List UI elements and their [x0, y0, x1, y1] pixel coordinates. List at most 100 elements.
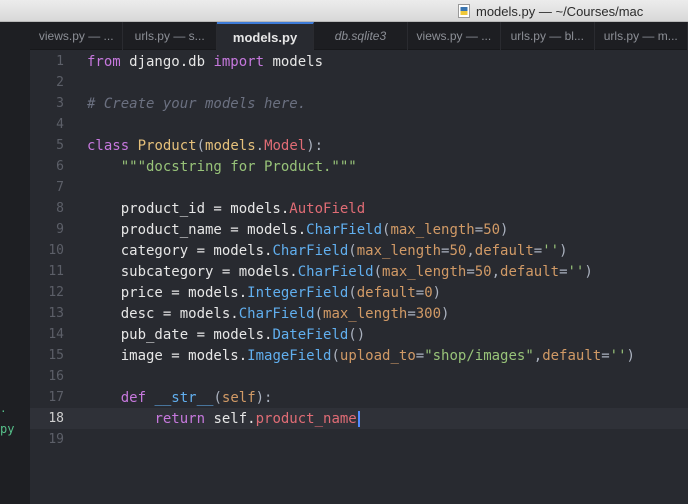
code-token: (: [196, 137, 206, 154]
code-token: CharField: [297, 263, 374, 280]
code-token: ,: [533, 347, 543, 364]
code-token: 300: [415, 305, 442, 322]
code-text: class Product(models.Model):: [87, 138, 323, 154]
code-token: ): [500, 221, 509, 238]
code-token: product_name = models.: [87, 221, 307, 238]
code-token: price = models.: [87, 284, 248, 301]
line-number: 5: [56, 138, 64, 153]
code-token: default: [500, 263, 560, 280]
code-token: return: [154, 410, 206, 427]
line-number: 16: [48, 369, 64, 384]
tab-4[interactable]: db.sqlite3: [314, 22, 408, 50]
code-token: self.: [205, 410, 256, 427]
code-line[interactable]: 16: [30, 366, 688, 387]
code-text: return self.product_name: [87, 410, 360, 427]
code-token: (: [373, 263, 383, 280]
code-token: DateField: [272, 326, 349, 343]
code-token: 50: [474, 263, 492, 280]
code-token: =: [415, 284, 425, 301]
code-line[interactable]: 6 """docstring for Product.""": [30, 156, 688, 177]
line-number: 10: [48, 243, 64, 258]
tab-3[interactable]: models.py: [216, 22, 315, 50]
sidebar-marker: .: [0, 402, 7, 415]
code-token: max_length: [356, 242, 442, 259]
line-number: 12: [48, 285, 64, 300]
line-number: 18: [48, 411, 64, 426]
code-token: Model: [264, 137, 307, 154]
code-text: def __str__(self):: [87, 389, 273, 406]
code-token: upload_to: [339, 347, 416, 364]
code-line[interactable]: 3 # Create your models here.: [30, 93, 688, 114]
code-line[interactable]: 4: [30, 114, 688, 135]
code-token: =: [559, 263, 568, 280]
line-number: 6: [56, 159, 64, 174]
code-token: =: [601, 347, 610, 364]
code-token: "shop/images": [424, 347, 534, 364]
code-text: subcategory = models.CharField(max_lengt…: [87, 264, 593, 280]
title-bar: models.py — ~/Courses/mac: [0, 0, 688, 22]
code-token: default: [356, 284, 416, 301]
code-token: =: [415, 347, 425, 364]
tab-6[interactable]: urls.py — bl...: [501, 22, 595, 50]
code-line[interactable]: 13 desc = models.CharField(max_length=30…: [30, 303, 688, 324]
code-line[interactable]: 12 price = models.IntegerField(default=0…: [30, 282, 688, 303]
tab-7[interactable]: urls.py — m...: [595, 22, 688, 50]
code-line[interactable]: 2: [30, 72, 688, 93]
code-token: '': [609, 347, 627, 364]
code-text: pub_date = models.DateField(): [87, 327, 365, 343]
line-number: 2: [56, 75, 64, 90]
code-token: ):: [306, 137, 324, 154]
line-number: 19: [48, 432, 64, 447]
code-token: '': [567, 263, 585, 280]
code-token: __str__: [154, 389, 214, 406]
sidebar[interactable]: . py: [0, 22, 30, 504]
line-number: 3: [56, 96, 64, 111]
code-token: ): [432, 284, 442, 301]
window-title-group: models.py — ~/Courses/mac: [458, 2, 643, 20]
code-line[interactable]: 17 def __str__(self):: [30, 387, 688, 408]
code-token: # Create your models here.: [87, 95, 307, 112]
code-token: product_name: [255, 410, 357, 427]
code-token: pub_date = models.: [87, 326, 273, 343]
code-line[interactable]: 9 product_name = models.CharField(max_le…: [30, 219, 688, 240]
code-token: ImageField: [247, 347, 332, 364]
code-token: ): [559, 242, 568, 259]
line-number: 17: [48, 390, 64, 405]
code-token: ): [584, 263, 593, 280]
code-token: =: [533, 242, 543, 259]
tab-1[interactable]: views.py — ...: [30, 22, 124, 50]
code-token: default: [474, 242, 534, 259]
code-line[interactable]: 5 class Product(models.Model):: [30, 135, 688, 156]
code-line[interactable]: 1 from django.db import models: [30, 51, 688, 72]
code-token: '': [542, 242, 560, 259]
code-text: price = models.IntegerField(default=0): [87, 285, 441, 301]
line-number: 8: [56, 201, 64, 216]
code-token: image = models.: [87, 347, 248, 364]
code-line[interactable]: 10 category = models.CharField(max_lengt…: [30, 240, 688, 261]
code-line[interactable]: 15 image = models.ImageField(upload_to="…: [30, 345, 688, 366]
code-token: subcategory = models.: [87, 263, 298, 280]
code-token: models: [264, 53, 324, 70]
sidebar-file-fragment[interactable]: py: [0, 422, 14, 436]
code-line[interactable]: 11 subcategory = models.CharField(max_le…: [30, 261, 688, 282]
code-text: from django.db import models: [87, 54, 323, 70]
code-token: ): [441, 305, 450, 322]
code-token: 50: [483, 221, 501, 238]
code-token: default: [542, 347, 602, 364]
code-editor[interactable]: 1 from django.db import models 2 3 # Create …: [30, 50, 688, 504]
code-token: ): [626, 347, 635, 364]
code-token: desc = models.: [87, 305, 239, 322]
code-line[interactable]: 14 pub_date = models.DateField(): [30, 324, 688, 345]
code-token: (: [331, 347, 340, 364]
code-line[interactable]: 7: [30, 177, 688, 198]
code-token: CharField: [238, 305, 315, 322]
code-line[interactable]: 8 product_id = models.AutoField: [30, 198, 688, 219]
tab-2[interactable]: urls.py — s...: [123, 22, 217, 50]
code-token: Product: [137, 137, 197, 154]
code-line[interactable]: 18 return self.product_name: [30, 408, 688, 429]
code-line[interactable]: 19: [30, 429, 688, 450]
tab-5[interactable]: views.py — ...: [408, 22, 502, 50]
line-number: 9: [56, 222, 64, 237]
